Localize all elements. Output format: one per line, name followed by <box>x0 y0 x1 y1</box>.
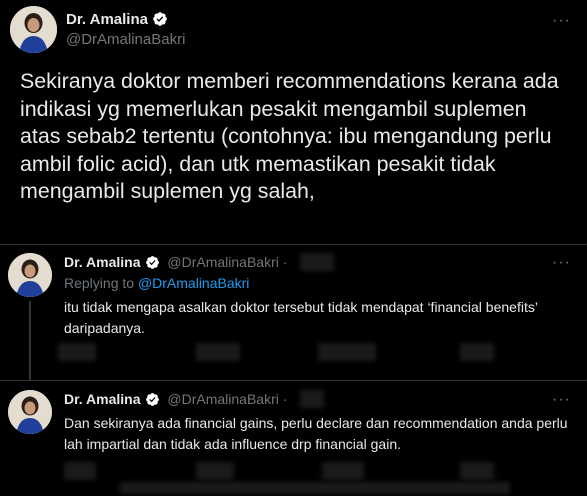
more-options-button[interactable]: ··· <box>552 12 571 30</box>
redacted-action-bar <box>460 462 494 480</box>
separator-dot: · <box>282 254 288 270</box>
tweet-text: itu tidak mengapa asalkan doktor tersebu… <box>64 299 538 336</box>
author-name[interactable]: Dr. Amalina <box>66 11 148 28</box>
avatar[interactable] <box>8 253 52 297</box>
redacted-action-bar <box>196 343 240 361</box>
more-options-button[interactable]: ··· <box>552 254 571 272</box>
tweet-text: Dan sekiranya ada financial gains, perlu… <box>64 415 568 452</box>
divider <box>0 244 587 245</box>
avatar[interactable] <box>8 390 52 434</box>
replying-to-label: Replying to <box>64 275 138 291</box>
author-handle[interactable]: @DrAmalinaBakri <box>167 254 278 270</box>
redacted-action-bar <box>460 343 494 361</box>
tweet-text: Sekiranya doktor memberi recommendations… <box>20 69 559 203</box>
divider <box>0 380 587 381</box>
author-name[interactable]: Dr. Amalina <box>64 254 141 270</box>
replying-to-link[interactable]: @DrAmalinaBakri <box>138 275 249 291</box>
redacted-action-bar <box>58 343 96 361</box>
redacted-timestamp <box>300 390 324 408</box>
redacted-timestamp <box>300 253 334 271</box>
author-handle[interactable]: @DrAmalinaBakri <box>167 391 278 407</box>
author-name[interactable]: Dr. Amalina <box>64 391 141 407</box>
redacted-action-bar <box>318 343 376 361</box>
redacted-action-bar <box>196 462 234 480</box>
more-options-button[interactable]: ··· <box>552 391 571 409</box>
redacted-action-bar <box>322 462 364 480</box>
redacted-action-bar <box>120 482 510 494</box>
avatar[interactable] <box>10 6 57 53</box>
verified-badge-icon <box>145 255 160 273</box>
verified-badge-icon <box>152 11 168 31</box>
verified-badge-icon <box>145 392 160 410</box>
redacted-action-bar <box>64 462 96 480</box>
separator-dot: · <box>282 391 288 407</box>
thread-line <box>29 301 31 381</box>
author-handle[interactable]: @DrAmalinaBakri <box>66 31 185 48</box>
